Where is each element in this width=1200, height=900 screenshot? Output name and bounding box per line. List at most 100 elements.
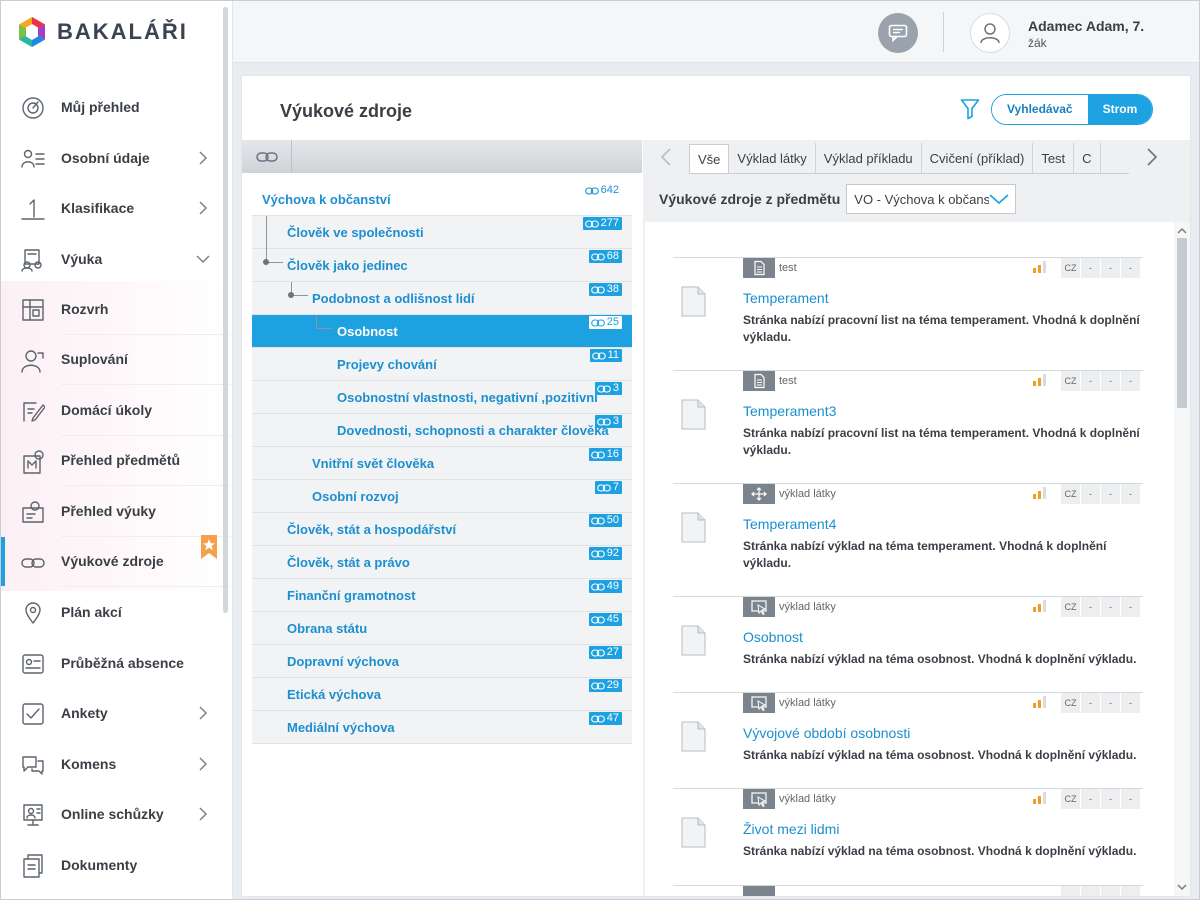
resource-title-link[interactable]: Temperament [743, 290, 829, 306]
tree-row[interactable]: Výchova k občanství 642 [252, 183, 632, 216]
tab-3[interactable]: Cvičení (příklad) [922, 143, 1034, 173]
tree-expanded-dot [288, 292, 294, 298]
tree-row[interactable]: Projevy chování 11 [252, 348, 632, 381]
subject-select-value: VO - Výchova k občanství [854, 191, 1004, 207]
avatar[interactable] [970, 13, 1010, 53]
resource-title-link[interactable]: Temperament4 [743, 516, 836, 532]
scroll-thumb[interactable] [1177, 238, 1187, 408]
tab-0[interactable]: Vše [689, 144, 730, 173]
nav-item-7[interactable]: Přehled předmětů [23, 436, 231, 486]
tree-row[interactable]: Finanční gramotnost 49 [252, 579, 632, 612]
tab-5[interactable]: C [1074, 143, 1101, 173]
nav-item-15[interactable]: Dokumenty [1, 840, 231, 891]
video-meeting-icon [23, 804, 43, 826]
tree-row[interactable]: Vnitřní svět člověka 16 [252, 447, 632, 480]
meta-placeholder: - [1101, 371, 1121, 391]
nav-item-2[interactable]: Klasifikace [1, 183, 231, 234]
chevron-right-icon[interactable] [195, 200, 211, 216]
messages-button[interactable] [878, 13, 918, 53]
link-icon [590, 516, 605, 525]
link-toggle-button[interactable] [242, 140, 292, 173]
resource-item: test CZ - - - Temperament3 Stránka nabíz… [673, 370, 1143, 457]
grade-one-icon [21, 199, 45, 220]
resource-count-badge: 38 [588, 283, 622, 296]
resource-title-link[interactable]: Život mezi lidmi [743, 821, 839, 837]
subject-filter-label: Výukové zdroje z předmětu [659, 191, 841, 207]
user-name[interactable]: Adamec Adam, 7. [1028, 18, 1144, 34]
tree-row[interactable]: Etická výchova 29 [252, 678, 632, 711]
link-icon [590, 252, 605, 261]
nav-item-12[interactable]: Ankety [1, 688, 231, 739]
chevron-down-icon[interactable] [195, 251, 211, 267]
nav-item-6[interactable]: Domácí úkoly [23, 385, 231, 436]
tree-row[interactable]: Člověk ve společnosti 277 [252, 216, 632, 249]
resource-count: 3 [612, 382, 619, 394]
tree-row[interactable]: Člověk, stát a hospodářství 50 [252, 513, 632, 546]
search-view-button[interactable]: Vyhledávač [992, 95, 1088, 124]
nav-item-label: Výuka [61, 250, 103, 267]
tree-connector [266, 216, 267, 262]
nav-item-label: Klasifikace [61, 200, 135, 217]
tree-row[interactable]: Osobnost 25 [252, 315, 632, 348]
language-code: CZ [1061, 693, 1081, 713]
language-code: CZ [1061, 258, 1081, 278]
tree-row[interactable]: Dopravní výchova 27 [252, 645, 632, 678]
filter-icon[interactable] [960, 98, 980, 120]
chevron-right-icon[interactable] [195, 806, 211, 822]
tabs-next-button[interactable] [1129, 140, 1175, 174]
tab-4[interactable]: Test [1033, 143, 1075, 173]
chevron-right-icon[interactable] [195, 150, 211, 166]
nav-item-8[interactable]: Přehled výuky [22, 486, 231, 537]
poll-icon [22, 703, 44, 725]
resource-title-link[interactable]: Osobnost [743, 629, 803, 645]
chevron-right-icon[interactable] [195, 705, 211, 721]
page-document-icon [681, 512, 706, 543]
tree-row[interactable]: Osobní rozvoj 7 [252, 480, 632, 513]
resource-title-link[interactable]: Vývojové období osobnosti [743, 725, 910, 741]
meta-placeholder: - [1101, 597, 1121, 617]
bookmark-star-icon[interactable] [201, 534, 217, 559]
nav-item-14[interactable]: Online schůzky [1, 789, 231, 840]
link-icon [597, 384, 611, 393]
tree-row[interactable]: Dovednosti, schopnosti a charakter člově… [252, 414, 632, 447]
tab-2[interactable]: Výklad příkladu [816, 143, 922, 173]
pointer-screen-icon [751, 792, 767, 807]
tree-row[interactable]: Obrana státu 45 [252, 612, 632, 645]
brand-logo[interactable]: BAKALÁŘI [17, 15, 188, 49]
nav-item-4[interactable]: Rozvrh [22, 284, 231, 335]
tree-view-button[interactable]: Strom [1087, 95, 1153, 124]
tree-row[interactable]: Podobnost a odlišnost lidí 38 [252, 282, 632, 315]
language-code: CZ [1061, 789, 1081, 809]
nav-item-9[interactable]: Výukové zdroje [1, 534, 231, 587]
nav-item-0[interactable]: Můj přehled [1, 82, 231, 133]
chevron-right-icon[interactable] [195, 756, 211, 772]
resource-list-scrollbar[interactable] [1174, 222, 1190, 896]
nav-item-11[interactable]: Průběžná absence [1, 638, 231, 689]
nav-item-13[interactable]: Komens [1, 739, 231, 790]
timetable-icon [22, 299, 44, 321]
resource-meta: CZ - - - [1061, 371, 1141, 391]
resource-type: výklad látky [779, 793, 836, 805]
resource-type-chip [743, 693, 775, 713]
tree-row[interactable]: Člověk, stát a právo 92 [252, 546, 632, 579]
meta-placeholder: - [1101, 693, 1121, 713]
tab-1[interactable]: Výklad látky [729, 143, 816, 173]
meta-placeholder: - [1081, 789, 1101, 809]
nav-item-1[interactable]: Osobní údaje [1, 133, 231, 184]
subject-select[interactable]: VO - Výchova k občanství [846, 184, 1017, 214]
nav-item-5[interactable]: Suplování [21, 335, 231, 385]
resource-title-link[interactable]: Temperament3 [743, 403, 836, 419]
tree-row[interactable]: Mediální výchova 47 [252, 711, 632, 744]
resource-count: 7 [612, 481, 619, 493]
nav-item-label: Domácí úkoly [61, 401, 153, 418]
nav-item-3[interactable]: Výuka [1, 234, 231, 285]
tree-row[interactable]: Člověk jako jedinec 68 [252, 249, 632, 282]
sidebar-scrollbar[interactable] [223, 7, 228, 613]
page-document-icon [681, 817, 706, 848]
scroll-up-icon[interactable] [1174, 224, 1190, 238]
tree-row[interactable]: Osobnostní vlastnosti, negativní ,poziti… [252, 381, 632, 414]
scroll-down-icon[interactable] [1174, 880, 1190, 894]
tabs-prev-button[interactable] [643, 140, 689, 174]
nav-item-label: Průběžná absence [61, 654, 184, 671]
nav-item-10[interactable]: Plán akcí [1, 587, 231, 638]
